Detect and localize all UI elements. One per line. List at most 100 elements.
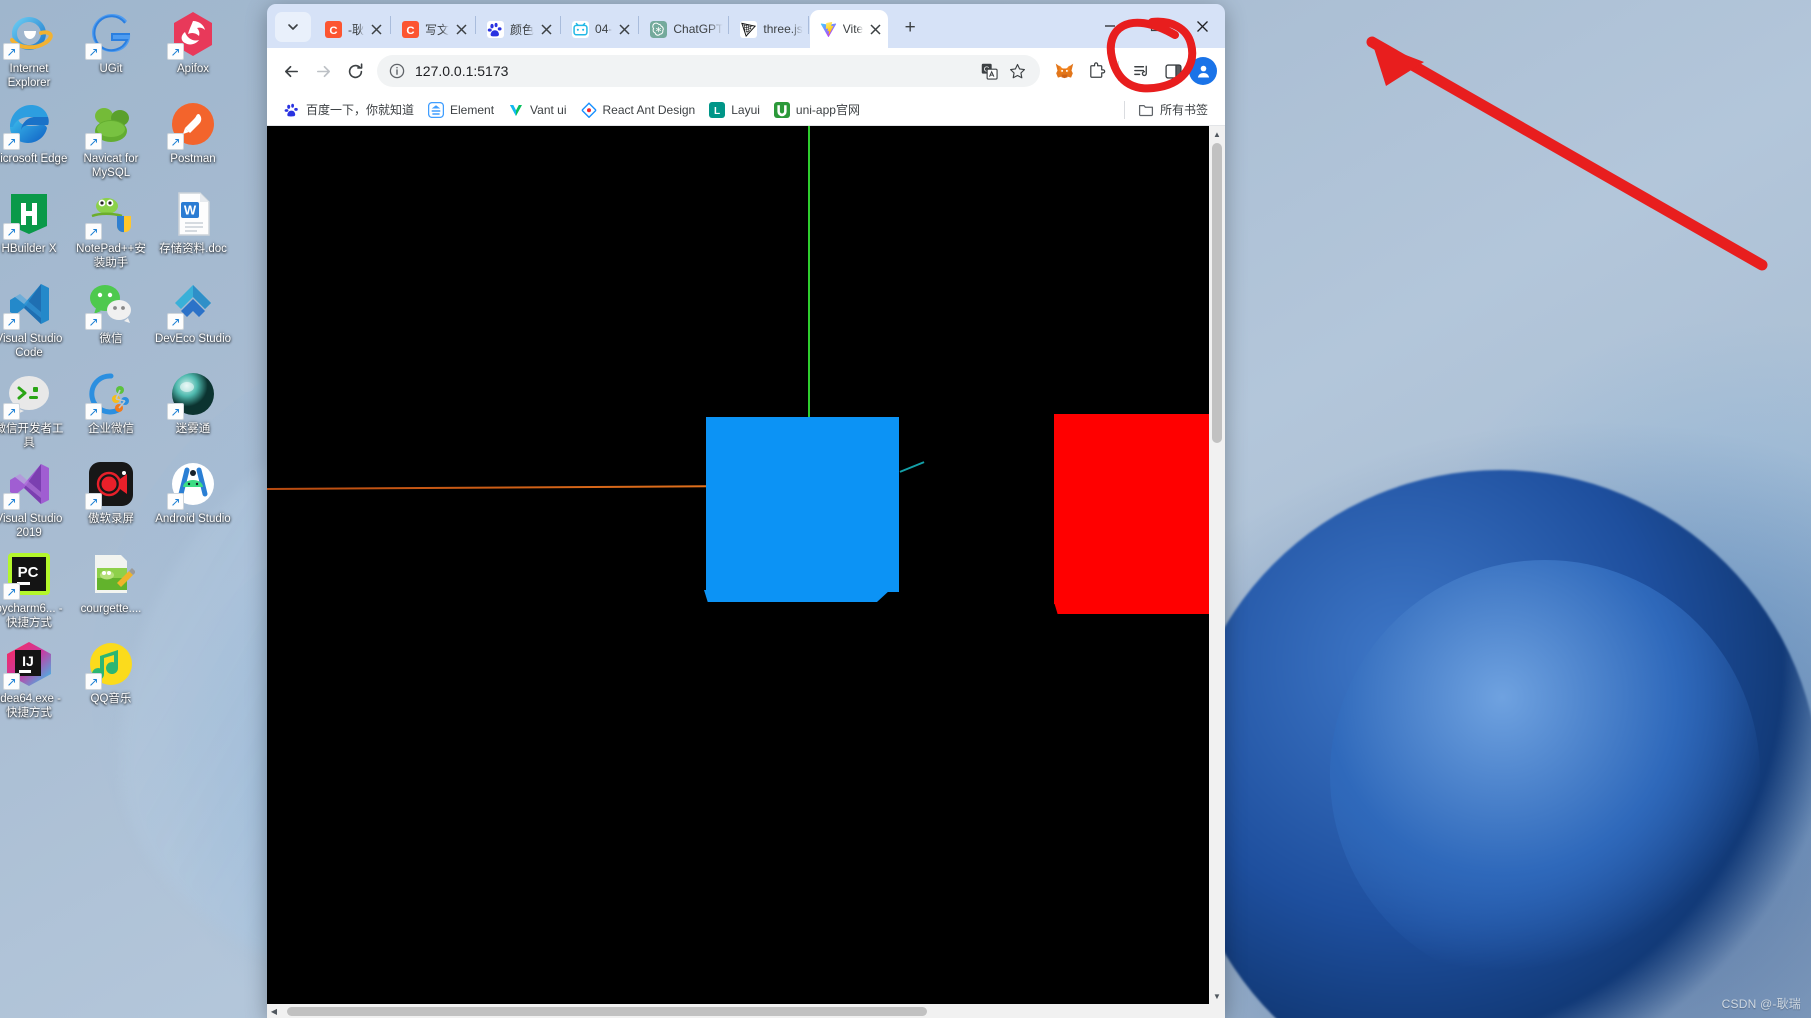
- browser-tab[interactable]: C 写文: [392, 10, 474, 48]
- desktop-icon-navicat-icon[interactable]: ↗ Navicat for MySQL: [70, 94, 152, 184]
- translate-icon[interactable]: G: [976, 58, 1002, 84]
- all-bookmarks-button[interactable]: 所有书签: [1131, 98, 1215, 121]
- tab-close-icon[interactable]: [866, 20, 884, 38]
- ugit-icon: ↗: [85, 10, 135, 60]
- desktop-icon-row: ↗ Internet Explorer ↗ UGit ↗ Apifox: [0, 4, 238, 94]
- desktop-icon-notepad-text-icon[interactable]: courgette....: [70, 544, 152, 634]
- reload-button[interactable]: [339, 55, 371, 87]
- desktop-icon-deveco-studio-icon[interactable]: ↗ DevEco Studio: [152, 274, 234, 364]
- star-icon[interactable]: [1004, 58, 1030, 84]
- desktop-icon-qq-music-icon[interactable]: ↗ QQ音乐: [70, 634, 152, 724]
- axis-x-line: [267, 485, 707, 490]
- browser-tab-active[interactable]: Vite: [809, 10, 889, 48]
- metamask-icon[interactable]: [1048, 55, 1080, 87]
- back-button[interactable]: [275, 55, 307, 87]
- desktop-icon-pycharm-icon[interactable]: PC ↗ pycharm6... - 快捷方式: [0, 544, 70, 634]
- desktop-icon-row: ↗ Visual Studio 2019 ↗ 傲软录屏 ↗ Android Studio: [0, 454, 238, 544]
- bookmark-label: uni-app官网: [795, 103, 860, 117]
- url-text: 127.0.0.1:5173: [415, 63, 509, 79]
- browser-tab[interactable]: ChatGPT: [640, 10, 727, 48]
- tab-close-icon[interactable]: [452, 20, 470, 38]
- horizontal-scroll-thumb[interactable]: [287, 1006, 927, 1016]
- bookmark-item[interactable]: uni-app官网: [767, 98, 867, 121]
- desktop-icon-wecom-icon[interactable]: ↗ 企业微信: [70, 364, 152, 454]
- desktop-icon-visual-studio-2019-icon[interactable]: ↗ Visual Studio 2019: [0, 454, 70, 544]
- desktop-icon-label: Internet Explorer: [7, 63, 51, 90]
- android-studio-icon: ↗: [167, 460, 217, 511]
- page-viewport: ▲ ▼ ◀: [267, 126, 1225, 1018]
- desktop-icon-wechat-icon[interactable]: ↗ 微信: [70, 274, 152, 364]
- horizontal-scrollbar[interactable]: ◀: [267, 1004, 1209, 1018]
- bookmark-item[interactable]: L Layui: [702, 99, 767, 121]
- browser-tab[interactable]: 颜色: [477, 10, 559, 48]
- browser-tab[interactable]: three.js: [730, 10, 806, 48]
- desktop-icon-row: IJ ↗ Idea64.exe - 快捷方式 ↗ QQ音乐: [0, 634, 238, 724]
- scroll-up-arrow[interactable]: ▲: [1209, 126, 1225, 142]
- csdn-icon: C: [325, 20, 342, 38]
- microsoft-edge-icon: ↗: [3, 100, 53, 151]
- window-controls: [1087, 4, 1225, 48]
- shortcut-arrow-icon: ↗: [3, 403, 20, 421]
- desktop-icon-vscode-icon[interactable]: ↗ Visual Studio Code: [0, 274, 70, 364]
- desktop-icon-label: Microsoft Edge: [0, 153, 68, 166]
- desktop-icon-android-studio-icon[interactable]: ↗ Android Studio: [152, 454, 234, 544]
- desktop-icon-apowersoft-recorder-icon[interactable]: ↗ 傲软录屏: [70, 454, 152, 544]
- bookmark-item[interactable]: 百度一下，你就知道: [277, 98, 421, 121]
- profile-avatar-icon[interactable]: [1189, 57, 1217, 85]
- desktop-icon-label: 微信: [99, 333, 123, 346]
- maximize-button[interactable]: [1133, 4, 1179, 48]
- media-control-icon[interactable]: [1125, 55, 1157, 87]
- desktop-icon-hbuilderx-icon[interactable]: ↗ HBuilder X: [0, 184, 70, 274]
- new-tab-button[interactable]: +: [895, 13, 925, 43]
- tab-close-icon[interactable]: [537, 20, 555, 38]
- desktop-icon-intellij-idea-icon[interactable]: IJ ↗ Idea64.exe - 快捷方式: [0, 634, 70, 724]
- extensions-puzzle-icon[interactable]: [1080, 55, 1112, 87]
- bookmark-item[interactable]: Vant ui: [501, 99, 573, 121]
- baidu-icon: [487, 20, 505, 38]
- desktop-icon-label: 迷雾通: [175, 423, 211, 436]
- svg-text:L: L: [714, 106, 720, 117]
- close-button[interactable]: [1179, 4, 1225, 48]
- side-panel-icon[interactable]: [1157, 55, 1189, 87]
- desktop-icon-notepadpp-icon[interactable]: ↗ NotePad++安装助手: [70, 184, 152, 274]
- shortcut-arrow-icon: ↗: [3, 673, 20, 691]
- site-info-icon[interactable]: [387, 61, 407, 81]
- desktop-icon-microsoft-edge-icon[interactable]: ↗ Microsoft Edge: [0, 94, 70, 184]
- scroll-down-arrow[interactable]: ▼: [1209, 988, 1225, 1004]
- desktop-icon-label: Navicat for MySQL: [83, 153, 139, 180]
- shortcut-arrow-icon: ↗: [3, 313, 20, 331]
- wecom-icon: ↗: [85, 370, 135, 421]
- red-cube-bottom-face: [1054, 602, 1225, 614]
- tab-title: 04-: [595, 22, 613, 36]
- tab-search-button[interactable]: [275, 12, 311, 42]
- desktop-icon-wechat-devtools-icon[interactable]: ↗ 微信开发者工具: [0, 364, 70, 454]
- desktop-icon-apifox-icon[interactable]: ↗ Apifox: [152, 4, 234, 94]
- browser-tab[interactable]: C -耿: [315, 10, 389, 48]
- three-js-canvas[interactable]: [267, 126, 1225, 1004]
- desktop-icon-internet-explorer-icon[interactable]: ↗ Internet Explorer: [0, 4, 70, 94]
- minimize-button[interactable]: [1087, 4, 1133, 48]
- wallpaper-bloom-blue-2: [1330, 560, 1760, 990]
- browser-tab[interactable]: 04-: [562, 10, 637, 48]
- shortcut-arrow-icon: ↗: [3, 493, 20, 511]
- shortcut-arrow-icon: ↗: [167, 493, 184, 511]
- scroll-left-arrow[interactable]: ◀: [267, 1004, 281, 1018]
- tab-close-icon[interactable]: [615, 20, 633, 38]
- apowersoft-recorder-icon: ↗: [85, 460, 135, 511]
- visual-studio-2019-icon: ↗: [3, 460, 53, 511]
- tab-separator: [728, 15, 730, 34]
- notepadpp-icon: ↗: [85, 190, 135, 241]
- tab-close-icon[interactable]: [367, 20, 385, 38]
- bookmark-item[interactable]: Element: [421, 99, 501, 121]
- forward-button[interactable]: [307, 55, 339, 87]
- vertical-scroll-thumb[interactable]: [1212, 143, 1222, 443]
- desktop-icon-ugit-icon[interactable]: ↗ UGit: [70, 4, 152, 94]
- desktop-icon-postman-icon[interactable]: ↗ Postman: [152, 94, 234, 184]
- red-cube: [1054, 414, 1225, 614]
- bookmark-item[interactable]: React Ant Design: [574, 99, 703, 121]
- desktop-icon-word-doc-icon[interactable]: W 存储资料.doc: [152, 184, 234, 274]
- vertical-scrollbar[interactable]: ▲ ▼: [1209, 126, 1225, 1004]
- internet-explorer-icon: ↗: [3, 10, 53, 60]
- address-bar[interactable]: 127.0.0.1:5173 G: [377, 55, 1040, 87]
- desktop-icon-miwutong-icon[interactable]: ↗ 迷雾通: [152, 364, 234, 454]
